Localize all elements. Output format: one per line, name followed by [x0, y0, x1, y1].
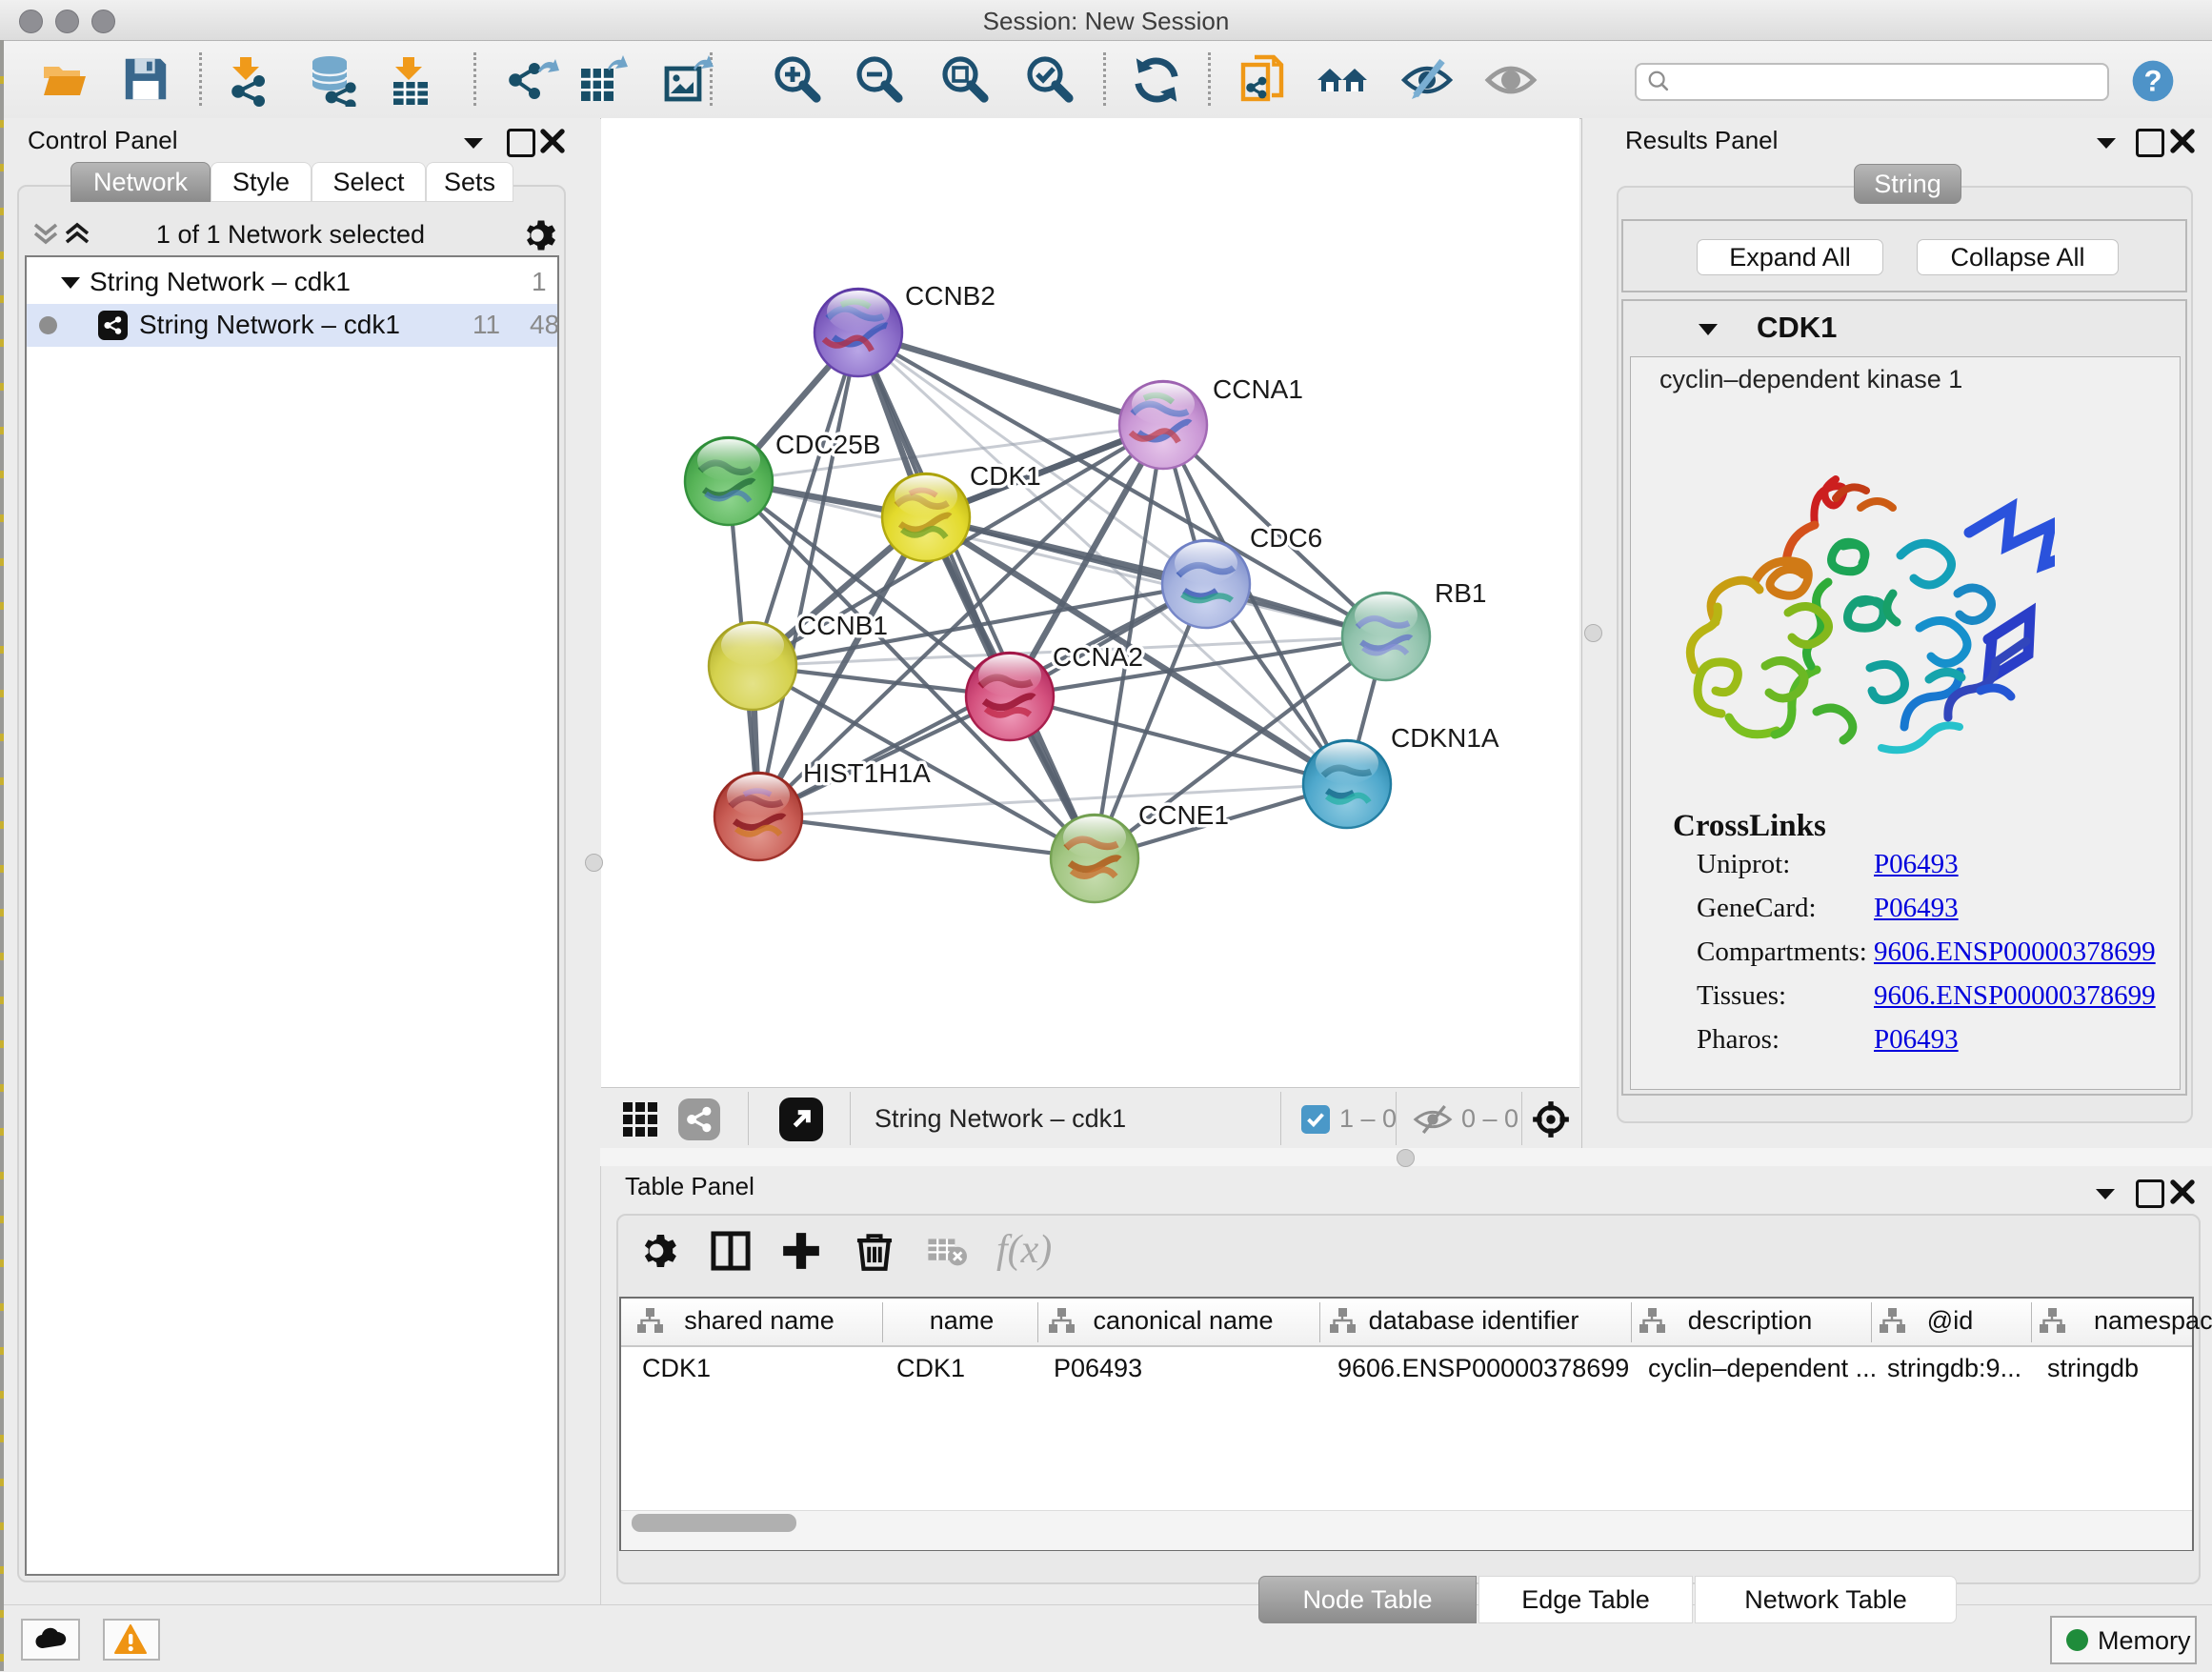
- svg-text:CCNB1: CCNB1: [797, 611, 888, 640]
- svg-text:CCNA1: CCNA1: [1213, 374, 1303, 404]
- svg-text:HIST1H1A: HIST1H1A: [803, 758, 931, 788]
- svg-text:CCNB2: CCNB2: [905, 281, 995, 311]
- svg-text:RB1: RB1: [1435, 578, 1486, 608]
- svg-text:CDC6: CDC6: [1250, 523, 1322, 553]
- svg-text:CCNE1: CCNE1: [1138, 800, 1229, 830]
- svg-text:CCNA2: CCNA2: [1053, 642, 1143, 672]
- svg-text:CDC25B: CDC25B: [775, 430, 880, 459]
- svg-text:?: ?: [2143, 65, 2162, 98]
- svg-text:CDKN1A: CDKN1A: [1391, 723, 1499, 753]
- svg-text:CDK1: CDK1: [970, 461, 1041, 491]
